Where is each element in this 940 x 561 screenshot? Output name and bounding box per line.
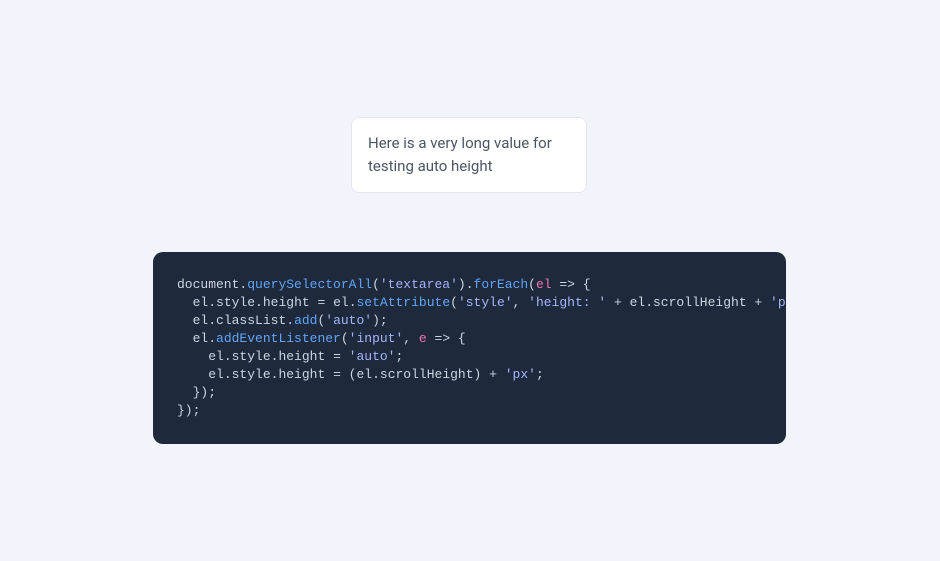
- code-token: height: [278, 367, 325, 382]
- code-token: =>: [435, 331, 451, 346]
- code-line: document.querySelectorAll('textarea').fo…: [177, 276, 762, 294]
- code-token: =: [325, 367, 348, 382]
- code-line: el.style.height = (el.scrollHeight) + 'p…: [177, 366, 762, 384]
- code-token: document: [177, 277, 239, 292]
- code-token: ,: [513, 295, 529, 310]
- code-line: el.classList.add('auto');: [177, 312, 762, 330]
- code-token: el: [177, 367, 224, 382]
- code-token: .: [349, 295, 357, 310]
- code-token: scrollHeight: [380, 367, 474, 382]
- code-token: +: [747, 295, 770, 310]
- code-token: style: [232, 367, 271, 382]
- code-token: {: [575, 277, 591, 292]
- code-token: });: [177, 403, 200, 418]
- auto-height-textarea[interactable]: [351, 117, 587, 193]
- code-token: .: [645, 295, 653, 310]
- code-token: .: [208, 313, 216, 328]
- code-token: el: [333, 295, 349, 310]
- code-token: ,: [403, 331, 419, 346]
- code-token: el: [356, 367, 372, 382]
- code-token: .: [208, 331, 216, 346]
- code-token: .: [208, 295, 216, 310]
- code-token: setAttribute: [357, 295, 451, 310]
- code-token: (: [450, 295, 458, 310]
- code-token: 'textarea': [380, 277, 458, 292]
- code-token: .: [466, 277, 474, 292]
- code-token: [427, 331, 435, 346]
- code-token: =: [310, 295, 333, 310]
- code-line: el.style.height = 'auto';: [177, 348, 762, 366]
- code-token: =: [325, 349, 348, 364]
- code-token: addEventListener: [216, 331, 341, 346]
- code-token: el: [177, 349, 224, 364]
- code-token: {: [450, 331, 466, 346]
- code-token: scrollHeight: [653, 295, 747, 310]
- code-line: el.addEventListener('input', e => {: [177, 330, 762, 348]
- code-token: el: [536, 277, 552, 292]
- code-token: el: [630, 295, 646, 310]
- code-token: .: [372, 367, 380, 382]
- code-line: });: [177, 384, 762, 402]
- code-token: el: [177, 331, 208, 346]
- code-token: (: [341, 331, 349, 346]
- code-token: 'px': [505, 367, 536, 382]
- textarea-wrapper: [351, 117, 587, 197]
- code-token: .: [255, 295, 263, 310]
- code-token: .: [224, 367, 232, 382]
- code-token: .: [286, 313, 294, 328]
- code-token: );: [372, 313, 388, 328]
- code-token: .: [224, 349, 232, 364]
- code-token: +: [606, 295, 629, 310]
- code-token: 'input': [349, 331, 404, 346]
- code-token: ;: [395, 349, 403, 364]
- code-token: 'style': [458, 295, 513, 310]
- code-token: (: [372, 277, 380, 292]
- code-token: el: [177, 295, 208, 310]
- code-token: (: [528, 277, 536, 292]
- code-token: +: [481, 367, 504, 382]
- code-token: ): [458, 277, 466, 292]
- code-line: el.style.height = el.setAttribute('style…: [177, 294, 762, 312]
- code-token: ;: [536, 367, 544, 382]
- code-token: height: [263, 295, 310, 310]
- code-token: e: [419, 331, 427, 346]
- code-token: el: [177, 313, 208, 328]
- code-token: style: [232, 349, 271, 364]
- code-block: document.querySelectorAll('textarea').fo…: [153, 252, 786, 444]
- code-token: });: [177, 385, 216, 400]
- code-token: =>: [559, 277, 575, 292]
- code-token: querySelectorAll: [247, 277, 372, 292]
- code-token: height: [278, 349, 325, 364]
- code-token: 'height: ': [528, 295, 606, 310]
- code-token: 'auto': [349, 349, 396, 364]
- code-token: 'auto': [325, 313, 372, 328]
- code-token: 'px': [770, 295, 786, 310]
- code-token: style: [216, 295, 255, 310]
- code-token: classList: [216, 313, 286, 328]
- code-token: forEach: [474, 277, 529, 292]
- code-line: });: [177, 402, 762, 420]
- code-token: add: [294, 313, 317, 328]
